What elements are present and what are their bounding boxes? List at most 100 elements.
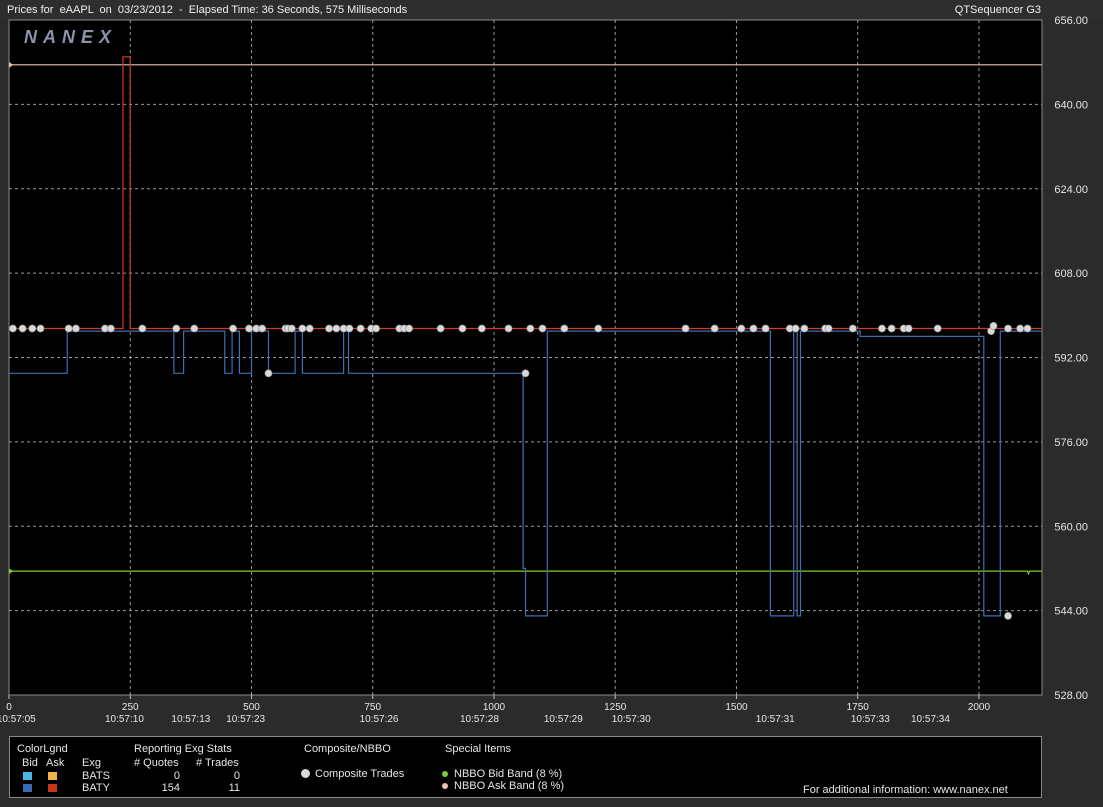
trade-point: [138, 324, 147, 333]
x-tick-label: 500: [243, 702, 260, 713]
trade-point: [305, 324, 314, 333]
baty-ask-swatch: [48, 784, 57, 792]
trade-point: [710, 324, 719, 333]
trade-point: [436, 324, 445, 333]
trade-point: [229, 324, 237, 333]
x-tick-label: 1250: [604, 702, 627, 713]
colorlgnd-title: ColorLgnd: [17, 743, 68, 755]
x-tick-label: 1750: [847, 702, 870, 713]
exg-baty: BATY: [82, 782, 110, 794]
trade-point: [1016, 324, 1025, 333]
bats-quotes: 0: [173, 770, 180, 782]
trade-point: [172, 324, 181, 333]
trade-point: [878, 324, 886, 333]
trade-point: [72, 324, 80, 333]
trade-point: [18, 324, 27, 333]
trade-point: [933, 324, 942, 333]
exg-header: Exg: [82, 757, 101, 769]
trade-point: [298, 324, 307, 333]
ask-header: Ask: [46, 757, 65, 769]
trade-point: [36, 324, 45, 333]
trade-point: [190, 324, 199, 333]
time-label: 10:57:13: [171, 714, 210, 725]
trade-point: [332, 324, 341, 333]
time-label: 10:57:10: [105, 714, 144, 725]
legend-panel: ColorLgnd Bid Ask Exg BATS 0 0 BATY 154 …: [9, 736, 1042, 798]
trade-point: [1023, 324, 1032, 333]
stats-title: Reporting Exg Stats: [134, 743, 232, 755]
x-tick-label: 1500: [725, 702, 748, 713]
bid-band-label: NBBO Bid Band (8 %): [454, 768, 563, 780]
trade-point: [904, 324, 913, 333]
y-tick-label: 560.00: [1054, 521, 1088, 533]
trade-point: [258, 324, 267, 333]
trade-point: [848, 324, 857, 333]
x-tick-label: 250: [122, 702, 139, 713]
trade-point: [824, 324, 833, 333]
trade-point: [405, 324, 414, 333]
baty-quotes: 154: [161, 782, 180, 794]
x-tick-label: 750: [364, 702, 381, 713]
y-tick-label: 608.00: [1054, 268, 1088, 280]
trade-point: [458, 324, 467, 333]
bid-header: Bid: [22, 757, 38, 769]
trade-point: [761, 324, 770, 333]
baty-trades: 11: [228, 782, 240, 794]
time-label: 10:57:33: [851, 714, 890, 725]
x-tick-label: 0: [6, 702, 12, 713]
trade-point: [356, 324, 365, 333]
composite-trade-dot-icon: [301, 769, 310, 778]
bats-ask-swatch: [48, 772, 57, 780]
bats-bid-swatch: [23, 772, 32, 780]
y-tick-label: 592.00: [1054, 353, 1088, 365]
y-tick-label: 656.00: [1054, 15, 1088, 27]
trade-point: [1004, 611, 1012, 620]
trade-point: [8, 324, 17, 333]
trade-point: [887, 324, 896, 333]
y-tick-label: 624.00: [1054, 184, 1088, 196]
trade-point: [791, 324, 800, 333]
trade-point: [264, 369, 273, 378]
time-label: 10:57:31: [756, 714, 795, 725]
trade-point: [345, 324, 354, 333]
trade-point: [372, 324, 381, 333]
trade-point: [594, 324, 603, 333]
time-label: 10:57:23: [226, 714, 265, 725]
trade-point: [245, 324, 253, 333]
trade-point: [989, 321, 998, 330]
x-tick-label: 1000: [483, 702, 506, 713]
trade-point: [287, 324, 296, 333]
y-tick-label: 528.00: [1054, 690, 1088, 702]
composite-title: Composite/NBBO: [304, 743, 391, 755]
time-label: 10:57:26: [360, 714, 399, 725]
trade-point: [477, 324, 486, 333]
trades-header: # Trades: [196, 757, 239, 769]
trade-point: [504, 324, 513, 333]
ask-band-label: NBBO Ask Band (8 %): [454, 780, 565, 792]
trade-point: [749, 324, 758, 333]
quotes-header: # Quotes: [134, 757, 179, 769]
trade-point: [538, 324, 547, 333]
y-tick-label: 576.00: [1054, 437, 1088, 449]
composite-trades-label: Composite Trades: [315, 768, 405, 780]
bid-band-dot-icon: [442, 771, 448, 777]
exg-bats: BATS: [82, 770, 110, 782]
trade-point: [560, 324, 569, 333]
baty-bid-swatch: [23, 784, 32, 792]
time-label: 10:57:29: [544, 714, 583, 725]
ask-band-dot-icon: [442, 783, 448, 789]
time-label: 10:57:28: [460, 714, 499, 725]
trade-point: [325, 324, 333, 333]
time-label: 10:57:34: [911, 714, 950, 725]
x-tick-label: 2000: [968, 702, 991, 713]
trade-point: [521, 369, 530, 378]
time-label: 10:57:05: [0, 714, 36, 725]
trade-point: [526, 324, 535, 333]
trade-point: [681, 324, 690, 333]
trade-point: [106, 324, 115, 333]
price-chart: 528.00 544.00 560.00 576.00 592.00 608.00 624.…: [0, 15, 1088, 725]
y-tick-label: 544.00: [1054, 606, 1088, 618]
bats-trades: 0: [233, 770, 240, 782]
trade-point: [737, 324, 746, 333]
nanex-logo: NANEX: [24, 27, 117, 47]
